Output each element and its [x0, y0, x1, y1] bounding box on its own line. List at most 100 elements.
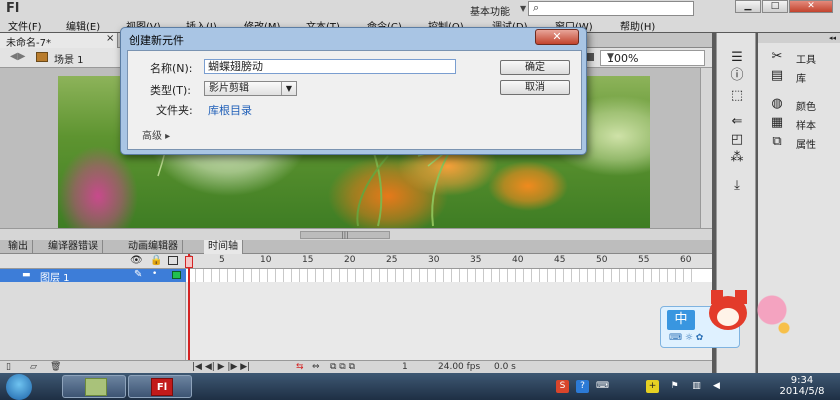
advanced-toggle[interactable]: 高级 ▸	[142, 127, 170, 142]
sogou-icon[interactable]: S	[556, 380, 569, 393]
history-icon[interactable]: ⇐	[728, 115, 746, 129]
security-tray-icon[interactable]: +	[646, 380, 659, 393]
mascot-face	[717, 308, 739, 326]
dot-icon[interactable]: •	[152, 269, 157, 279]
stage-vertical-scrollbar[interactable]	[700, 68, 712, 228]
document-tab[interactable]: 未命名-7* ×	[0, 33, 118, 49]
cancel-button[interactable]: 取消	[500, 80, 570, 95]
panel-item-properties[interactable]: ⧉ 属性	[758, 134, 840, 152]
keyboard-tray-icon[interactable]: ⌨	[596, 380, 609, 393]
menu-file[interactable]: 文件(F)	[8, 18, 42, 33]
create-symbol-dialog: 创建新元件 ✕ 名称(N): 蝴蝶翅膀动 类型(T): 影片剪辑 ▼ 文件夹: …	[120, 27, 587, 155]
transform-icon[interactable]: ⬚	[728, 89, 746, 103]
network-icon[interactable]: ▥	[690, 380, 703, 393]
frame-number: 50	[596, 255, 608, 265]
playhead[interactable]	[188, 254, 190, 374]
folder-link[interactable]: 库根目录	[208, 102, 252, 118]
chevron-down-icon: ▼	[607, 52, 614, 62]
flash-icon: Fl	[151, 378, 173, 396]
code-snippets-icon[interactable]: ◰	[728, 133, 746, 147]
frame-number: 25	[386, 255, 398, 265]
new-folder-icon[interactable]: ▱	[30, 362, 37, 372]
center-frame-icon[interactable]: ⇔	[312, 362, 320, 372]
tab-motion-editor[interactable]: 动画编辑器	[124, 240, 183, 254]
timeline-status-bar: ▯ ▱ 🗑 |◀ ◀| ▶ |▶ ▶| ⇆ ⇔ ⧉ ⧉ ⧉ 1 24.00 fp…	[0, 360, 712, 373]
workspace-switcher[interactable]: 基本功能	[470, 3, 510, 18]
ok-button[interactable]: 确定	[500, 60, 570, 75]
type-label: 类型(T):	[150, 84, 192, 97]
panel-item-color[interactable]: ◍ 颜色	[758, 96, 840, 114]
panel-item-label: 工具	[796, 55, 816, 66]
align-icon[interactable]: ☰	[728, 51, 746, 65]
frame-number: 10	[260, 255, 272, 265]
new-layer-icon[interactable]: ▯	[6, 362, 11, 372]
frame-number: 45	[554, 255, 566, 265]
onion-skin-icon[interactable]: ⧉ ⧉ ⧉	[330, 362, 355, 372]
timeline-tabs: 输出 编译器错误 动画编辑器 时间轴	[0, 240, 712, 254]
back-arrow-icon[interactable]: ◀▶	[10, 51, 25, 62]
layer-row[interactable]: ▬ 图层 1 ✎ •	[0, 269, 712, 284]
taskbar-app-folder[interactable]	[62, 375, 126, 398]
timeline-empty-area	[0, 282, 712, 360]
panel-collapse-bar[interactable]: ◂◂	[758, 33, 840, 43]
delete-icon[interactable]: 🗑	[50, 362, 61, 372]
panel-item-library[interactable]: ▤ 库	[758, 69, 840, 86]
symbol-type-select[interactable]: 影片剪辑 ▼	[204, 81, 297, 96]
close-icon[interactable]: ×	[106, 33, 114, 44]
tab-timeline[interactable]: 时间轴	[204, 240, 243, 254]
flag-icon[interactable]: ⚑	[668, 380, 681, 393]
tab-compiler-errors[interactable]: 编译器错误	[44, 240, 103, 254]
pencil-icon: ✎	[134, 269, 143, 280]
frame-number: 20	[344, 255, 356, 265]
zoom-select[interactable]: 100% ▼	[600, 50, 705, 66]
info-icon[interactable]: ⓘ	[728, 69, 746, 83]
minimize-button[interactable]: ▁	[735, 0, 761, 13]
chevron-down-icon[interactable]: ▼	[520, 4, 526, 13]
loop-icon[interactable]: ⇆	[296, 362, 304, 372]
menu-help[interactable]: 帮助(H)	[620, 18, 655, 33]
panel-item-swatches[interactable]: ▦ 样本	[758, 115, 840, 133]
search-input[interactable]: ⌕	[528, 1, 694, 16]
stage-horizontal-scrollbar[interactable]: |||	[0, 228, 712, 240]
swatches-icon: ▦	[770, 115, 784, 130]
start-button[interactable]	[6, 374, 32, 400]
ime-mode-toggle[interactable]: 中	[667, 310, 695, 330]
lock-icon[interactable]: 🔒	[150, 255, 162, 266]
menu-edit[interactable]: 编辑(E)	[66, 18, 100, 33]
panel-item-label: 属性	[796, 140, 816, 151]
scrollbar-thumb[interactable]: |||	[300, 231, 390, 239]
panel-item-label: 样本	[796, 121, 816, 132]
maximize-button[interactable]: □	[762, 0, 788, 13]
clock-date: 2014/5/8	[779, 386, 825, 397]
layer-color-icon[interactable]	[172, 271, 181, 279]
frame-cells[interactable]	[188, 269, 698, 282]
help-icon[interactable]: ?	[576, 380, 589, 393]
title-bar: Fl 基本功能 ▼ ⌕ ▁ □ ✕	[0, 0, 840, 18]
outline-icon[interactable]	[168, 256, 178, 265]
frame-number: 30	[428, 255, 440, 265]
dialog-close-button[interactable]: ✕	[535, 29, 579, 45]
playback-controls-icon[interactable]: |◀ ◀| ▶ |▶ ▶|	[192, 362, 250, 372]
layers-empty-area	[0, 282, 186, 360]
frame-ruler[interactable]: 1 5 10 15 20 25 30 35 40 45 50 55 60	[188, 254, 698, 269]
clock[interactable]: 9:34 2014/5/8	[772, 375, 832, 397]
playhead-handle[interactable]	[185, 256, 193, 268]
layer-cell[interactable]: ▬ 图层 1 ✎ •	[0, 269, 186, 284]
symbol-name-input[interactable]: 蝴蝶翅膀动	[204, 59, 456, 74]
taskbar-app-flash[interactable]: Fl	[128, 375, 192, 398]
volume-icon[interactable]: ◀	[710, 380, 723, 393]
tools-icon: ✂	[771, 49, 783, 64]
color-icon: ◍	[771, 96, 783, 111]
tab-output[interactable]: 输出	[4, 240, 33, 254]
properties-icon: ⧉	[772, 134, 782, 149]
close-button[interactable]: ✕	[789, 0, 833, 13]
components-icon[interactable]: ⁂	[728, 151, 746, 165]
ime-keyboard-icon[interactable]: ⌨ ☼ ✿	[669, 333, 703, 343]
timeline-header: 👁 🔒 1 5 10 15 20 25 30 35 40 45 50 55 60	[0, 254, 712, 269]
panel-item-tools[interactable]: ✂ 工具	[758, 49, 840, 67]
eye-icon[interactable]: 👁	[130, 255, 143, 266]
motion-presets-icon[interactable]: ⤓	[728, 179, 746, 193]
app-logo: Fl	[6, 1, 20, 16]
edit-symbol-icon[interactable]	[586, 53, 594, 61]
layer-icon: ▬	[22, 270, 31, 280]
